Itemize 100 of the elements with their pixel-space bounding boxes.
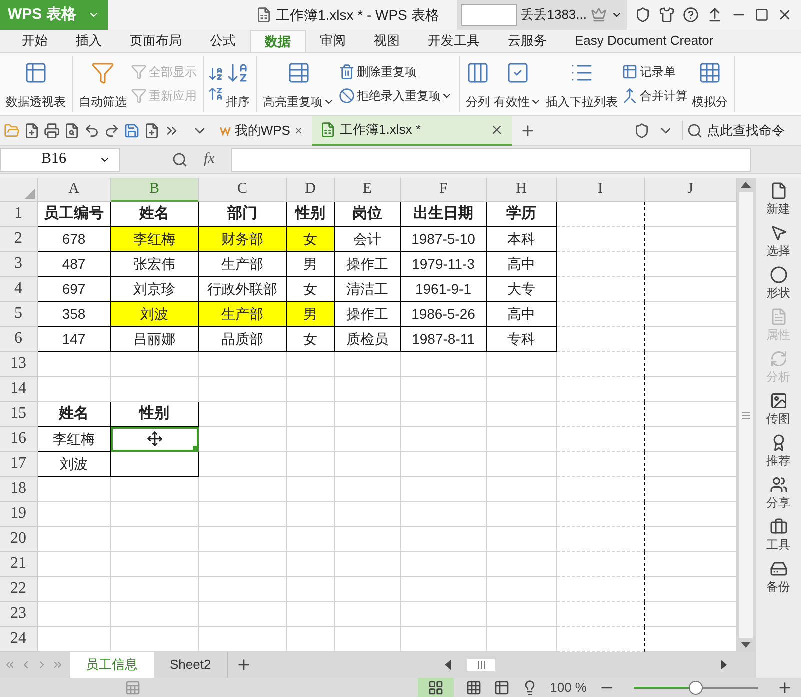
preview-icon[interactable] xyxy=(64,122,80,138)
ribbon-button[interactable]: 排序 xyxy=(224,57,252,111)
row-header[interactable]: 20 xyxy=(0,527,38,552)
ribbon-button[interactable]: 模拟分 xyxy=(690,57,730,111)
sort-descending-icon[interactable] xyxy=(208,86,224,102)
empty-cell xyxy=(487,552,557,577)
shirt-icon[interactable] xyxy=(659,7,675,23)
new-tab-icon[interactable] xyxy=(520,122,536,138)
row-header[interactable]: 15 xyxy=(0,402,38,427)
row-header[interactable]: 23 xyxy=(0,602,38,627)
ribbon-button[interactable]: 有效性 xyxy=(492,57,544,111)
column-header[interactable]: F xyxy=(401,178,487,202)
side-panel-button[interactable]: 分享 xyxy=(766,476,790,512)
upload-icon[interactable] xyxy=(707,7,723,23)
scroll-left-icon[interactable] xyxy=(445,660,451,670)
column-header[interactable]: A xyxy=(38,178,111,202)
empty-cell xyxy=(487,602,557,627)
vertical-scrollbar[interactable] xyxy=(737,178,755,652)
side-panel-button[interactable]: 备份 xyxy=(766,560,790,596)
print-icon[interactable] xyxy=(44,122,60,138)
row-header[interactable]: 1 xyxy=(0,202,38,227)
zoom-icon[interactable] xyxy=(172,152,188,168)
ribbon-button[interactable]: 插入下拉列表 xyxy=(544,57,620,111)
sheet-tab[interactable]: 员工信息 xyxy=(70,652,154,678)
row-header[interactable]: 6 xyxy=(0,327,38,352)
function-button[interactable]: fx xyxy=(204,148,215,171)
row-header[interactable]: 3 xyxy=(0,252,38,277)
undo-icon[interactable] xyxy=(84,122,100,138)
empty-cell xyxy=(287,577,335,602)
menu-tab[interactable]: 数据 xyxy=(250,30,306,52)
ribbon-button[interactable]: 合并计算 xyxy=(620,84,690,108)
document-tab[interactable]: 工作簿1.xlsx * xyxy=(312,116,512,146)
column-header[interactable]: D xyxy=(287,178,335,202)
row-header[interactable]: 17 xyxy=(0,452,38,477)
menu-tab[interactable]: 公式 xyxy=(196,30,250,52)
menu-tab[interactable]: 云服务 xyxy=(494,30,561,52)
page-break-icon[interactable] xyxy=(466,680,482,696)
row-header[interactable]: 24 xyxy=(0,627,38,652)
menu-tab[interactable]: 页面布局 xyxy=(116,30,196,52)
ribbon-button[interactable]: 数据透视表 xyxy=(4,57,68,111)
menu-tab[interactable]: 开始 xyxy=(8,30,62,52)
side-panel-button[interactable]: 选择 xyxy=(766,224,790,260)
fill-handle[interactable] xyxy=(193,446,198,451)
side-panel-button[interactable]: 新建 xyxy=(766,182,790,218)
table-cell: 高中 xyxy=(487,252,557,277)
name-box[interactable]: B16 xyxy=(0,148,120,172)
menu-tab[interactable]: 开发工具 xyxy=(414,30,494,52)
column-header[interactable]: H xyxy=(487,178,557,202)
table-cell: 专科 xyxy=(487,327,557,352)
row-header[interactable]: 18 xyxy=(0,477,38,502)
row-header[interactable]: 4 xyxy=(0,277,38,302)
column-header[interactable]: C xyxy=(199,178,287,202)
column-header[interactable]: I xyxy=(557,178,645,202)
scrollbar-thumb[interactable] xyxy=(467,659,495,671)
ribbon-button[interactable]: 拒绝录入重复项 xyxy=(337,84,455,108)
row-header[interactable]: 13 xyxy=(0,352,38,377)
row-header[interactable]: 2 xyxy=(0,227,38,252)
shield-icon[interactable] xyxy=(634,122,650,138)
command-search[interactable]: 点此查找命令 xyxy=(682,120,797,140)
zoom-thumb[interactable] xyxy=(689,680,703,694)
redo-icon[interactable] xyxy=(104,122,120,138)
side-panel-button[interactable]: 推荐 xyxy=(766,434,790,470)
side-panel-button[interactable]: 工具 xyxy=(766,518,790,554)
ribbon-button[interactable]: 删除重复项 xyxy=(337,60,455,84)
document-tab[interactable]: 我的WPS xyxy=(212,116,312,146)
menu-tab[interactable]: 视图 xyxy=(360,30,414,52)
column-header[interactable]: J xyxy=(645,178,737,202)
column-header[interactable]: B xyxy=(111,178,199,202)
empty-cell xyxy=(335,377,401,402)
row-header[interactable]: 19 xyxy=(0,502,38,527)
new-file-icon[interactable] xyxy=(144,122,160,138)
row-header[interactable]: 14 xyxy=(0,377,38,402)
row-header[interactable]: 5 xyxy=(0,302,38,327)
scrollbar-thumb[interactable] xyxy=(739,192,753,638)
shield-icon[interactable] xyxy=(635,7,651,23)
column-header[interactable]: E xyxy=(335,178,401,202)
maximize-icon[interactable] xyxy=(755,8,769,22)
ribbon-button[interactable]: 分列 xyxy=(464,57,492,111)
help-icon[interactable] xyxy=(683,7,699,23)
ribbon-button[interactable]: 高亮重复项 xyxy=(261,57,337,111)
side-panel-button[interactable]: 形状 xyxy=(766,266,790,302)
side-panel-button[interactable]: 传图 xyxy=(766,392,790,428)
menu-tab[interactable]: Easy Document Creator xyxy=(561,30,728,52)
zoom-in-icon[interactable] xyxy=(777,680,793,696)
empty-cell xyxy=(487,452,557,477)
menu-tab[interactable]: 插入 xyxy=(62,30,116,52)
ribbon-button[interactable]: 自动筛选 xyxy=(77,57,129,111)
ribbon-button[interactable]: 记录单 xyxy=(620,60,690,84)
row-header[interactable]: 21 xyxy=(0,552,38,577)
sort-ascending-icon[interactable] xyxy=(208,66,224,82)
row-header[interactable]: 16 xyxy=(0,427,38,452)
save-icon[interactable] xyxy=(124,122,140,138)
scroll-right-icon[interactable] xyxy=(721,660,727,670)
table-cell: 1979-11-3 xyxy=(401,252,487,277)
layout-icon[interactable] xyxy=(494,680,510,696)
row-header[interactable]: 22 xyxy=(0,577,38,602)
formula-input[interactable] xyxy=(230,148,751,172)
normal-view-button[interactable] xyxy=(418,678,454,697)
menu-tab[interactable]: 审阅 xyxy=(306,30,360,52)
new-file-icon[interactable] xyxy=(24,122,40,138)
